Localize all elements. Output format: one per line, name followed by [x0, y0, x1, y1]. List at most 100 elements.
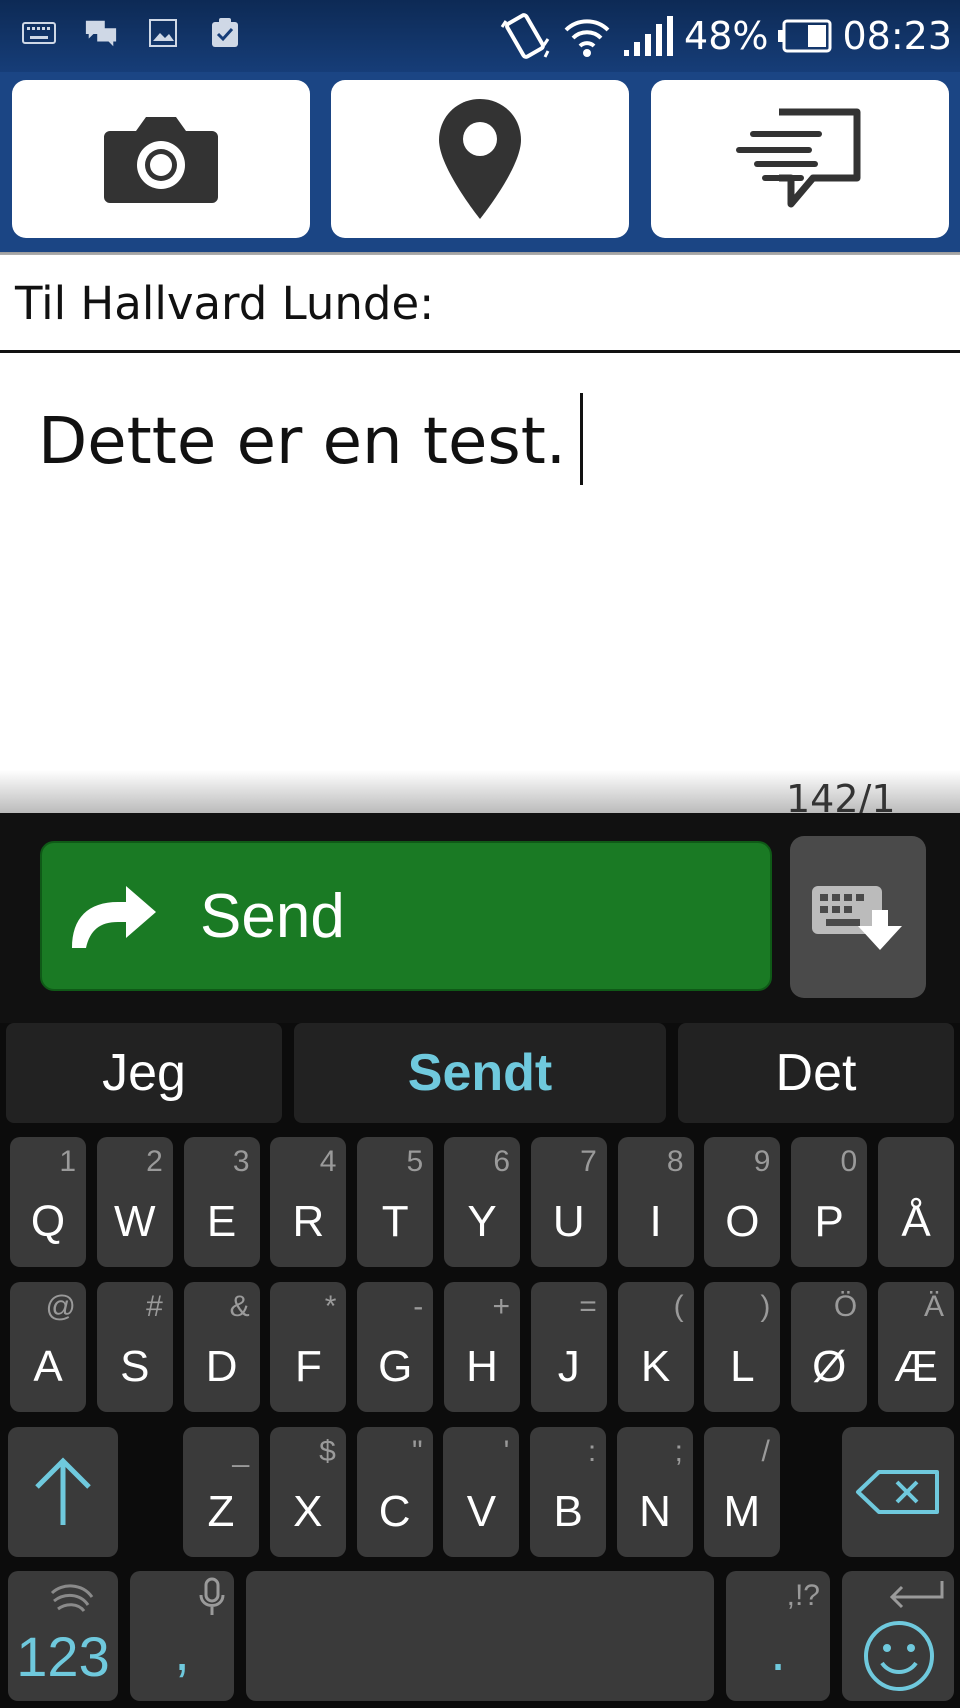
- key-secondary-label: 8: [666, 1145, 684, 1178]
- message-text[interactable]: Dette er en test.: [38, 393, 584, 485]
- key-v[interactable]: ' V: [443, 1427, 520, 1557]
- emoji-enter-key[interactable]: [842, 1571, 954, 1701]
- key-secondary-label: =: [579, 1290, 597, 1323]
- text-cursor: [580, 393, 584, 485]
- key-secondary-label: 2: [146, 1145, 163, 1178]
- message-value: Dette er en test.: [38, 405, 567, 479]
- key-secondary-label: 6: [493, 1145, 510, 1178]
- key-secondary-label: 9: [753, 1145, 771, 1178]
- key-secondary-label: 1: [59, 1145, 76, 1178]
- key-g[interactable]: -G: [357, 1282, 434, 1412]
- key-label: O: [725, 1197, 760, 1246]
- key-s[interactable]: # S: [96, 1282, 173, 1412]
- status-bar: 48% 08:23: [0, 0, 960, 72]
- key-z[interactable]: _ Z: [183, 1427, 259, 1557]
- send-bar: Send: [0, 813, 960, 1023]
- key-label: W: [114, 1197, 156, 1246]
- key-label: Æ: [894, 1342, 938, 1391]
- camera-button[interactable]: [12, 80, 310, 238]
- key-label: Å: [901, 1197, 931, 1246]
- key-o[interactable]: 9O: [704, 1137, 781, 1267]
- system-status: 48% 08:23: [500, 6, 952, 66]
- key-secondary-label: ': [503, 1435, 510, 1468]
- message-input[interactable]: Dette er en test.: [0, 353, 960, 813]
- key-secondary-label: +: [492, 1290, 510, 1323]
- key-å[interactable]: Å: [878, 1137, 954, 1267]
- shift-key[interactable]: [8, 1427, 118, 1557]
- key-c[interactable]: " C: [356, 1427, 433, 1557]
- key-b[interactable]: :B: [530, 1427, 607, 1557]
- key-label: N: [639, 1487, 671, 1536]
- key-label: R: [292, 1197, 325, 1246]
- key-secondary-label: ;: [674, 1435, 683, 1468]
- send-button[interactable]: Send: [40, 841, 772, 991]
- key-label: X: [293, 1487, 323, 1536]
- key-label: F: [294, 1342, 322, 1391]
- key-label: M: [723, 1487, 761, 1536]
- key-i[interactable]: 8I: [617, 1137, 694, 1267]
- key-t[interactable]: 5T: [357, 1137, 434, 1267]
- keyboard-icon: [22, 18, 56, 48]
- key-k[interactable]: (K: [617, 1282, 694, 1412]
- key-ø[interactable]: ÖØ: [791, 1282, 868, 1412]
- quick-message-button[interactable]: [651, 80, 949, 238]
- punctuation-hint: ,!?: [786, 1579, 820, 1612]
- emoji-icon: [864, 1621, 934, 1691]
- space-key[interactable]: [246, 1571, 714, 1701]
- key-label: I: [649, 1197, 662, 1246]
- period-key[interactable]: ,!? .: [726, 1571, 830, 1701]
- hide-keyboard-button[interactable]: [790, 836, 926, 998]
- backspace-key[interactable]: [842, 1427, 954, 1557]
- key-label: U: [552, 1197, 585, 1246]
- comma-key[interactable]: ,: [130, 1571, 234, 1701]
- battery-percent: 48%: [684, 14, 769, 58]
- key-label: P: [814, 1197, 844, 1246]
- send-label: Send: [200, 881, 345, 951]
- backspace-icon: [856, 1470, 939, 1514]
- battery-icon: [778, 19, 832, 53]
- key-label: D: [205, 1342, 238, 1391]
- key-secondary-label: ": [411, 1435, 423, 1468]
- chat-icon: [84, 18, 118, 48]
- key-label: C: [378, 1487, 411, 1536]
- key-secondary-label: _: [232, 1435, 249, 1468]
- key-d[interactable]: & D: [183, 1282, 260, 1412]
- key-secondary-label: Ä: [923, 1290, 944, 1323]
- key-secondary-label: &: [229, 1290, 250, 1323]
- key-secondary-label: ): [760, 1290, 771, 1323]
- vibrate-icon: [500, 13, 550, 59]
- key-m[interactable]: / M: [703, 1427, 780, 1557]
- location-button[interactable]: [331, 80, 629, 238]
- key-x[interactable]: $ X: [269, 1427, 346, 1557]
- numbers-key[interactable]: 123: [8, 1571, 118, 1701]
- key-u[interactable]: 7U: [530, 1137, 607, 1267]
- key-secondary-label: 0: [840, 1145, 858, 1178]
- key-h[interactable]: + H: [444, 1282, 520, 1412]
- suggestion-1[interactable]: Jeg: [6, 1023, 282, 1123]
- suggestion-2[interactable]: Sendt: [294, 1023, 666, 1123]
- key-e[interactable]: 3E: [183, 1137, 260, 1267]
- key-j[interactable]: = J: [530, 1282, 607, 1412]
- soft-keyboard: Jeg Sendt Det 1Q2W3E4R5T6Y7U8I9O0PÅ @ A # S…: [0, 1023, 960, 1708]
- key-secondary-label: @: [45, 1290, 76, 1323]
- key-secondary-label: -: [413, 1290, 424, 1323]
- key-n[interactable]: ; N: [617, 1427, 693, 1557]
- key-p[interactable]: 0P: [791, 1137, 868, 1267]
- key-æ[interactable]: ÄÆ: [878, 1282, 954, 1412]
- keyboard-hide-icon: [812, 886, 902, 950]
- suggestion-3[interactable]: Det: [678, 1023, 954, 1123]
- key-label: J: [557, 1342, 580, 1391]
- key-label: E: [206, 1197, 237, 1246]
- key-label: V: [466, 1487, 497, 1536]
- wifi-icon: [564, 19, 610, 57]
- key-q[interactable]: 1Q: [10, 1137, 86, 1267]
- key-w[interactable]: 2W: [96, 1137, 173, 1267]
- key-l[interactable]: ) L: [704, 1282, 781, 1412]
- key-f[interactable]: * F: [270, 1282, 347, 1412]
- swiftkey-logo-icon: [50, 1584, 94, 1613]
- key-label: B: [553, 1487, 583, 1536]
- key-a[interactable]: @ A: [10, 1282, 86, 1412]
- key-y[interactable]: 6Y: [444, 1137, 520, 1267]
- key-r[interactable]: 4R: [270, 1137, 347, 1267]
- notification-icons: [22, 18, 242, 48]
